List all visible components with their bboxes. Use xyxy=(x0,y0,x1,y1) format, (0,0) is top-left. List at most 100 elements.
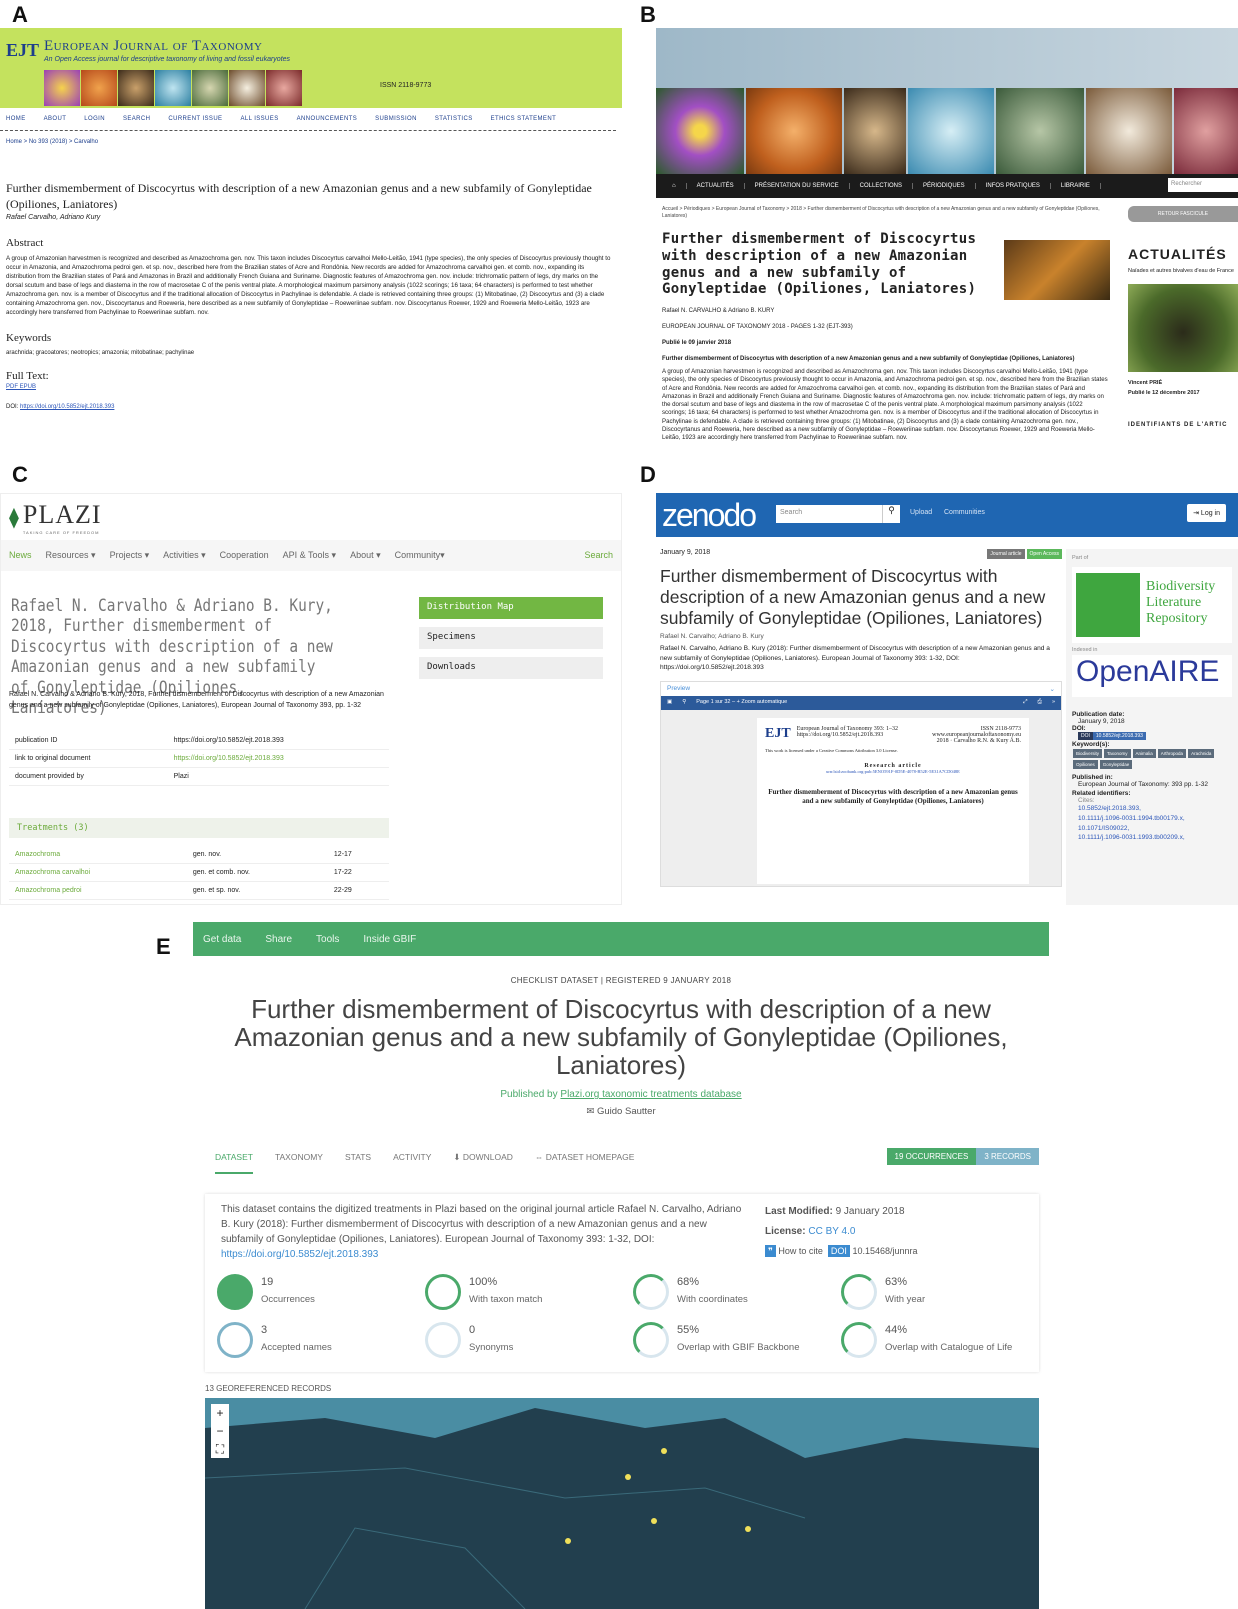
nav-item[interactable]: INFOS PRATIQUES xyxy=(976,183,1051,189)
nav-item-news[interactable]: News xyxy=(9,550,32,561)
downloads-button[interactable]: Downloads xyxy=(419,657,603,679)
keyword-tag[interactable]: Taxonomy xyxy=(1104,749,1131,758)
treatment-name[interactable]: Amazochroma carvalhoi xyxy=(9,863,187,882)
treatment-name[interactable]: Amazochroma pedroi xyxy=(9,881,187,900)
search-link[interactable]: Search xyxy=(584,550,613,561)
nav-item[interactable]: STATISTICS xyxy=(435,116,473,122)
tab-dataset[interactable]: DATASET xyxy=(215,1152,253,1174)
nav-item[interactable]: Activities ▾ xyxy=(163,550,206,561)
communities-link[interactable]: Communities xyxy=(944,509,985,516)
keyword-tag[interactable]: Animalia xyxy=(1132,749,1156,758)
nav-item[interactable]: ACTUALITÉS xyxy=(687,183,745,189)
how-to-cite-link[interactable]: How to cite xyxy=(778,1246,823,1256)
dataset-doi[interactable]: 10.15468/junnra xyxy=(852,1246,917,1256)
return-button[interactable]: RETOUR FASCICULE xyxy=(1128,206,1238,222)
occurrence-dot[interactable] xyxy=(745,1526,751,1532)
description-doi-link[interactable]: https://doi.org/10.5852/ejt.2018.393 xyxy=(221,1249,378,1260)
nav-item[interactable]: Projects ▾ xyxy=(110,550,150,561)
related-link[interactable]: 10.5852/ejt.2018.393, xyxy=(1078,804,1232,814)
nav-item[interactable]: ANNOUNCEMENTS xyxy=(297,116,358,122)
page-controls[interactable]: Page 1 sur 32 – + Zoom automatique xyxy=(696,699,787,707)
specimens-button[interactable]: Specimens xyxy=(419,627,603,649)
upload-link[interactable]: Upload xyxy=(910,509,932,516)
table-row[interactable]: Amazochroma pedroi gen. et sp. nov. 22-29 xyxy=(9,881,389,900)
nav-item[interactable]: HOME xyxy=(6,116,26,122)
related-link[interactable]: 10.1071/IS09022, xyxy=(1078,824,1232,834)
nav-item[interactable]: SEARCH xyxy=(123,116,150,122)
nav-item[interactable]: Share xyxy=(265,934,292,945)
sidebar-toggle-icon[interactable]: ▣ xyxy=(667,699,672,707)
fullscreen-button[interactable]: ⛶ xyxy=(211,1440,229,1458)
nav-item[interactable]: Get data xyxy=(203,934,241,945)
tab-download[interactable]: ⬇ DOWNLOAD xyxy=(453,1152,513,1174)
nav-item[interactable]: LIBRAIRIE xyxy=(1051,183,1101,189)
nav-item[interactable]: LOGIN xyxy=(84,116,105,122)
nav-item[interactable]: Resources ▾ xyxy=(46,550,96,561)
occurrence-dot[interactable] xyxy=(565,1538,571,1544)
nav-item[interactable]: PRÉSENTATION DU SERVICE xyxy=(745,183,850,189)
nav-item[interactable]: Inside GBIF xyxy=(363,934,416,945)
nav-item[interactable]: COLLECTIONS xyxy=(850,183,913,189)
preview-heading[interactable]: Preview ⌄ xyxy=(661,681,1061,696)
more-icon[interactable]: » xyxy=(1052,699,1055,707)
occurrence-dot[interactable] xyxy=(661,1448,667,1454)
search-input[interactable]: Search xyxy=(776,505,882,523)
license-link[interactable]: CC BY 4.0 xyxy=(808,1226,855,1237)
related-link[interactable]: 10.1111/j.1096-0031.1994.tb00179.x, xyxy=(1078,814,1232,824)
fullscreen-icon[interactable]: ⤢ xyxy=(1023,699,1027,707)
nav-item[interactable]: API & Tools ▾ xyxy=(283,550,336,561)
nav-item[interactable]: Tools xyxy=(316,934,339,945)
keyword-tag[interactable]: Biodiversity xyxy=(1073,749,1103,758)
blr-community[interactable]: Biodiversity Literature Repository xyxy=(1072,567,1232,643)
occurrences-button[interactable]: 19 OCCURRENCES xyxy=(886,1148,977,1165)
search-icon[interactable]: ⚲ xyxy=(882,505,900,523)
search-input[interactable]: Rechercher xyxy=(1168,178,1238,192)
doi-link[interactable]: https://doi.org/10.5852/ejt.2018.393 xyxy=(20,404,114,410)
ejt-logo[interactable]: EJT xyxy=(6,40,39,61)
meta-link[interactable]: https://doi.org/10.5852/ejt.2018.393 xyxy=(167,749,389,768)
table-row[interactable]: Amazochroma carvalhoi gen. et comb. nov. 1… xyxy=(9,863,389,882)
pdf-toolbar[interactable]: ▣ ⚲ Page 1 sur 32 – + Zoom automatique ⤢ ⎙ » xyxy=(661,695,1061,710)
tab-taxonomy[interactable]: TAXONOMY xyxy=(275,1152,323,1174)
plazi-logo[interactable]: PLAZI xyxy=(23,500,102,530)
zenodo-logo[interactable]: zenodo xyxy=(662,497,757,534)
news-subtitle[interactable]: Naïades et autres bivalves d'eau de Fran… xyxy=(1128,268,1238,274)
keyword-tag[interactable]: Arthropoda xyxy=(1157,749,1187,758)
nav-item[interactable]: ALL ISSUES xyxy=(240,116,278,122)
occurrence-dot[interactable] xyxy=(625,1474,631,1480)
nav-item[interactable]: ABOUT xyxy=(44,116,67,122)
tab-homepage[interactable]: ⇔ DATASET HOMEPAGE xyxy=(535,1152,635,1174)
nav-item[interactable]: SUBMISSION xyxy=(375,116,417,122)
nav-item[interactable]: About ▾ xyxy=(350,550,381,561)
home-icon[interactable]: ⌂ xyxy=(662,183,687,189)
doi-badge[interactable]: DOI 10.5852/ejt.2018.393 xyxy=(1072,732,1232,740)
tab-activity[interactable]: ACTIVITY xyxy=(393,1152,431,1174)
breadcrumb[interactable]: Home > No 393 (2018) > Carvalho xyxy=(0,131,622,153)
fulltext-links[interactable]: PDF EPUB xyxy=(0,384,622,390)
nav-item[interactable]: PÉRIODIQUES xyxy=(913,183,976,189)
records-button[interactable]: 3 RECORDS xyxy=(976,1148,1039,1165)
zoom-out-button[interactable]: − xyxy=(211,1422,229,1440)
openaire-logo[interactable]: OpenAIRE xyxy=(1072,655,1232,697)
contact[interactable]: ✉ Guido Sautter xyxy=(193,1106,1049,1117)
occurrence-dot[interactable] xyxy=(651,1518,657,1524)
keyword-tag[interactable]: Gonyleptidae xyxy=(1099,760,1133,769)
print-icon[interactable]: ⎙ xyxy=(1038,699,1042,707)
treatment-name[interactable]: Amazochroma xyxy=(9,846,187,864)
publisher-link[interactable]: Plazi.org taxonomic treatments database xyxy=(560,1089,741,1100)
keyword-tag[interactable]: Arachnida xyxy=(1188,749,1215,758)
nav-item[interactable]: ETHICS STATEMENT xyxy=(491,116,557,122)
distribution-map-button[interactable]: Distribution Map xyxy=(419,597,603,619)
occurrence-map[interactable]: + − ⛶ xyxy=(205,1398,1039,1609)
keyword-tag[interactable]: Opiliones xyxy=(1073,760,1098,769)
find-icon[interactable]: ⚲ xyxy=(682,699,686,707)
login-button[interactable]: ⇥ Log in xyxy=(1187,504,1226,522)
related-link[interactable]: 10.1111/j.1096-0031.1993.tb00209.x, xyxy=(1078,833,1232,843)
nav-item[interactable]: Cooperation xyxy=(220,550,269,561)
treatments-heading[interactable]: Treatments (3) xyxy=(9,818,389,838)
tab-stats[interactable]: STATS xyxy=(345,1152,371,1174)
nav-item[interactable]: Community▾ xyxy=(395,550,445,561)
nav-item[interactable]: CURRENT ISSUE xyxy=(168,116,222,122)
table-row[interactable]: Amazochroma gen. nov. 12-17 xyxy=(9,846,389,864)
zoom-in-button[interactable]: + xyxy=(211,1404,229,1422)
